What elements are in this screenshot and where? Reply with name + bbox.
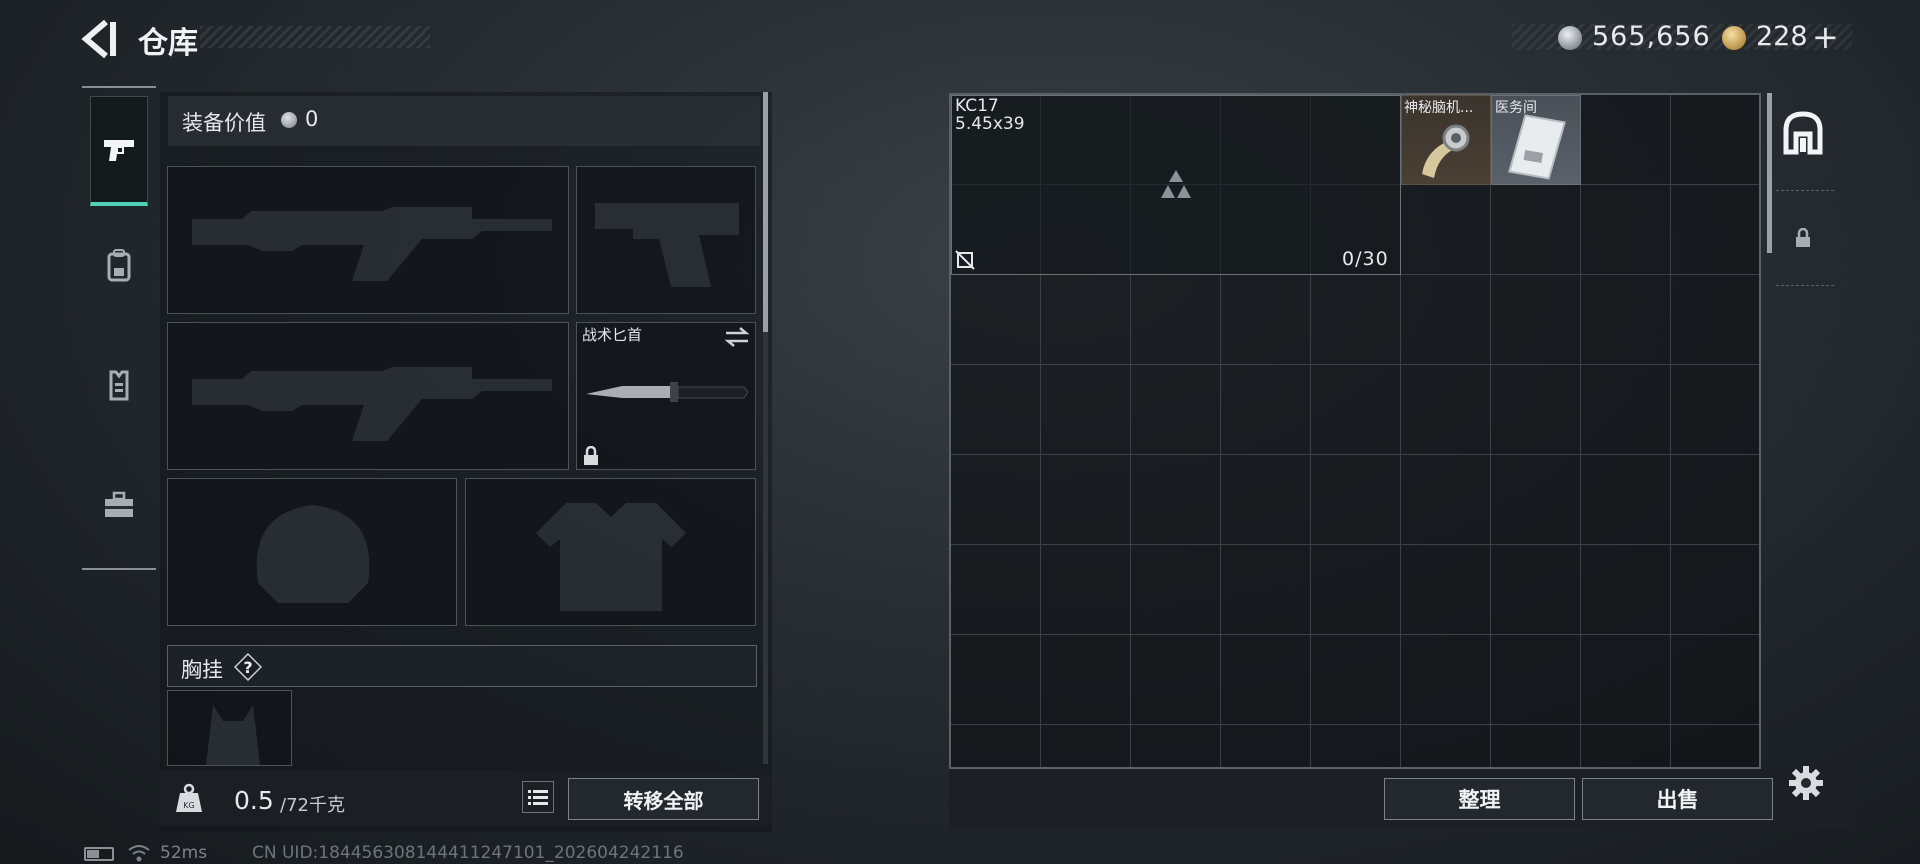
tab-backpack[interactable] [90,210,148,320]
tab-divider [1776,190,1834,191]
list-icon [528,790,548,805]
magazine-name: KC17 [955,96,999,116]
gold-coin-icon [1722,26,1746,50]
helmet-slot[interactable] [167,478,457,626]
help-icon: ? [233,652,263,682]
add-currency-button[interactable]: + [1812,18,1839,56]
svg-text:KG: KG [183,801,194,810]
tab-stash[interactable] [1780,108,1826,158]
gold-amount: 228 [1756,21,1808,52]
pistol-silhouette-icon [595,203,739,287]
backpack-icon [107,249,131,282]
primary-weapon-slot-1[interactable] [167,166,569,314]
lock-icon [582,445,600,466]
battery-level [87,850,99,858]
toolbox-icon [105,491,133,517]
body-armor-slot[interactable] [465,478,756,626]
weight-icon: KG [174,782,204,814]
user-uid: CN UID:184456308144411247101_20260424211… [252,843,684,863]
tabs-divider-bottom [82,568,156,570]
tab-weapons[interactable] [90,96,148,206]
silver-amount: 565,656 [1592,21,1711,52]
ping-value: 52ms [160,843,208,863]
gear-icon [1789,766,1823,800]
chest-rig-silhouette-icon [206,705,260,765]
swap-button[interactable] [724,326,750,348]
back-arrow-icon [81,19,116,59]
back-button[interactable] [80,18,120,60]
lock-icon [1796,227,1810,247]
rifle-silhouette-icon [192,207,552,281]
page-title: 仓库 [138,26,198,61]
sell-button[interactable]: 出售 [1582,778,1773,820]
magazine-caliber: 5.45x39 [955,114,1025,134]
pistol-icon [104,139,134,161]
rifle-silhouette-icon [192,367,552,441]
sort-button[interactable]: 整理 [1384,778,1575,820]
stash-icon [1783,111,1823,155]
tab-divider [1776,285,1834,286]
equip-value: 0 [305,107,319,131]
magazine-ammo-count: 0/30 [1342,248,1389,270]
no-ammo-icon [955,250,975,270]
settings-button[interactable] [1788,765,1824,801]
chest-rig-label: 胸挂 [181,658,223,682]
primary-weapon-slot-2[interactable] [167,322,569,470]
equip-value-label: 装备价值 [182,111,266,135]
svg-text:?: ? [243,658,252,677]
pistol-slot[interactable] [576,166,756,314]
tab-armor[interactable] [90,330,148,440]
weight-max: /72千克 [280,795,345,816]
placeholder-triangle-icon [1158,168,1194,200]
stash-item-name: 医务间 [1495,100,1537,116]
tab-toolbox[interactable] [90,450,148,560]
tabs-divider-top [82,86,156,88]
brain-chip-image [1422,124,1470,178]
medical-pack-image [1508,114,1566,180]
chest-rig-slot[interactable] [167,690,292,766]
weight-current: 0.5 [234,786,274,815]
help-button[interactable]: ? [233,652,263,682]
helmet-silhouette-icon [256,505,370,603]
silver-coin-icon [281,112,297,128]
wifi-icon [128,844,150,862]
silver-coin-icon [1558,26,1582,50]
tactical-knife-image [582,372,750,412]
swap-icon [724,327,750,347]
list-view-button[interactable] [522,781,554,813]
transfer-all-button[interactable]: 转移全部 [568,778,759,820]
title-decoration [200,26,430,48]
loadout-scrollbar[interactable] [763,92,768,332]
melee-item-name: 战术匕首 [582,326,643,344]
tab-locked[interactable] [1794,227,1812,248]
stash-item-name: 神秘脑机... [1404,100,1474,116]
armor-silhouette-icon [536,503,686,611]
vest-icon [109,370,129,401]
stash-scrollbar[interactable] [1767,93,1772,253]
